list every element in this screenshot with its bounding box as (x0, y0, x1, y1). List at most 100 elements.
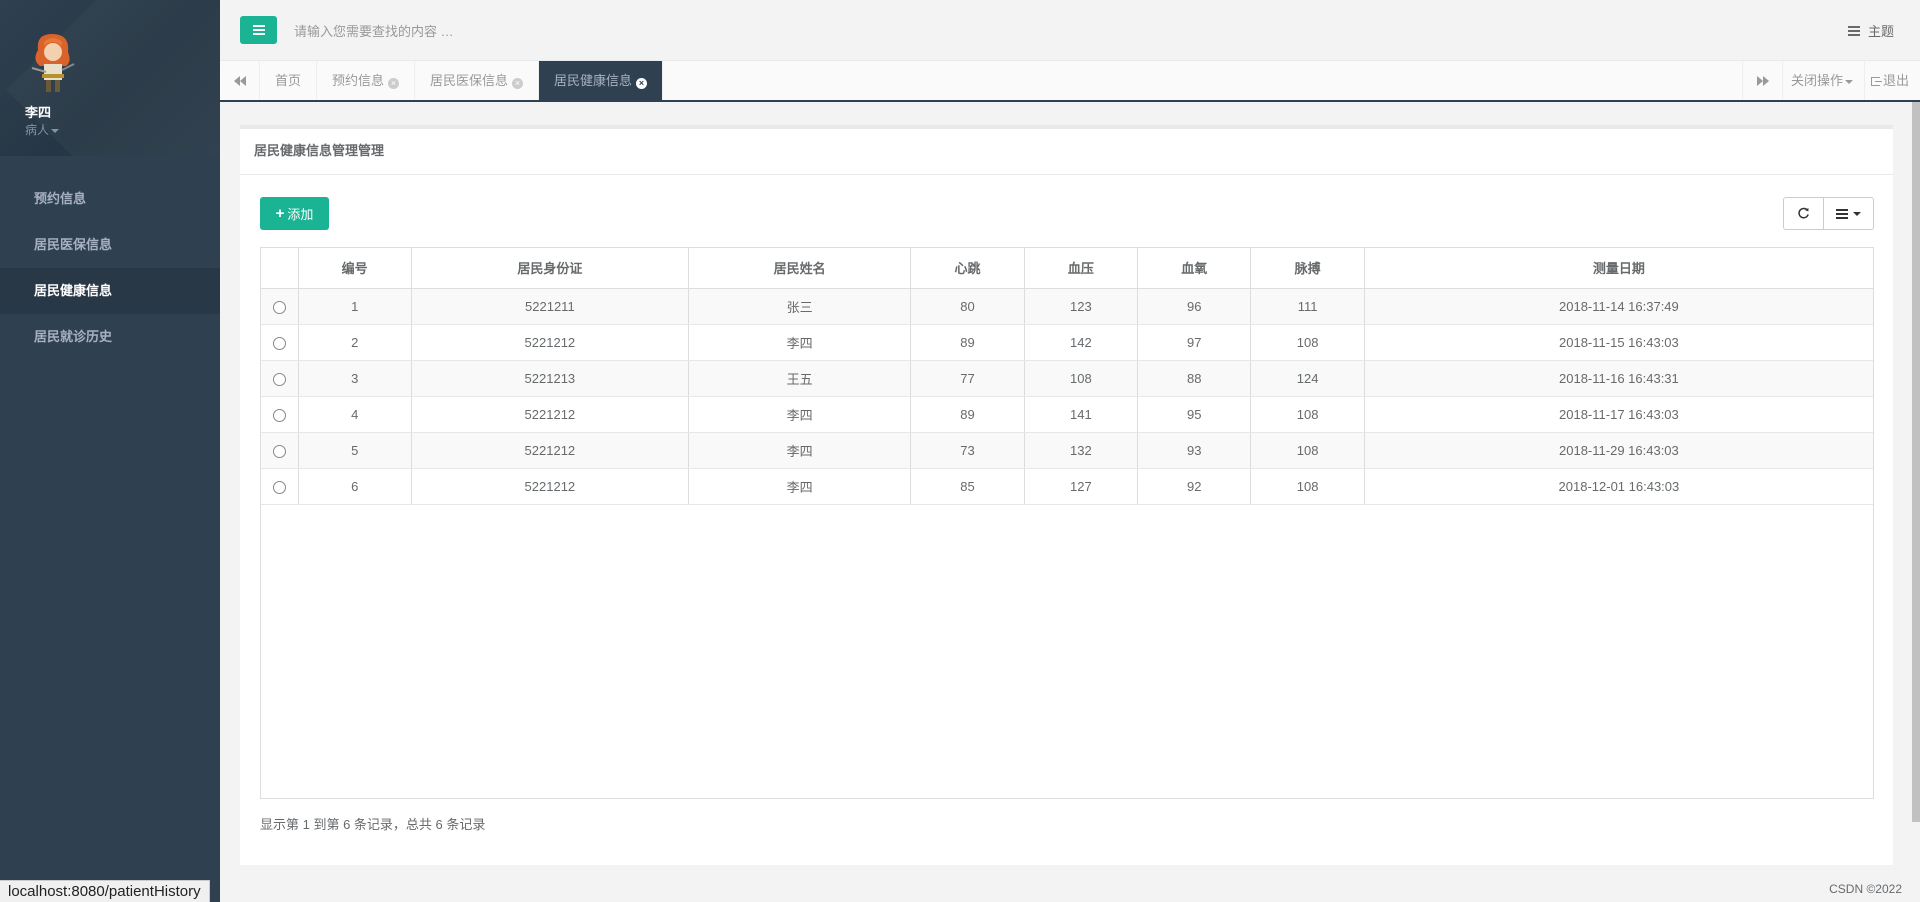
table-row[interactable]: 5 5221212 李四 73 132 93 108 2018-11-29 16… (261, 432, 1873, 469)
user-role-label: 病人 (25, 123, 50, 137)
row-radio[interactable] (272, 300, 286, 314)
table-cell: 4 (298, 396, 412, 433)
table-toolbar (1783, 197, 1874, 230)
table-cell: 108 (1250, 432, 1365, 469)
tab-scroll-left-button[interactable] (220, 61, 260, 100)
row-radio[interactable] (272, 372, 286, 386)
close-operations-dropdown[interactable]: 关闭操作 (1782, 61, 1863, 100)
theme-button[interactable]: 主题 (1847, 21, 1894, 40)
table-row[interactable]: 1 5221211 张三 80 123 96 111 2018-11-14 16… (261, 288, 1873, 325)
table-cell: 5221213 (411, 360, 689, 397)
row-select-cell (261, 432, 299, 469)
logout-label: 退出 (1883, 73, 1910, 88)
table-cell: 89 (910, 396, 1025, 433)
column-header[interactable]: 编号 (298, 248, 412, 289)
tab-scroll-right-button[interactable] (1742, 61, 1782, 100)
table-cell: 108 (1250, 468, 1365, 505)
table-cell: 5 (298, 432, 412, 469)
table-cell: 108 (1250, 396, 1365, 433)
tab-label: 居民医保信息 (430, 73, 509, 88)
top-bar: 主题 (220, 0, 1920, 61)
table-row[interactable]: 3 5221213 王五 77 108 88 124 2018-11-16 16… (261, 360, 1873, 397)
table-cell: 2018-12-01 16:43:03 (1364, 468, 1873, 505)
sidebar-item-visit-history[interactable]: 居民就诊历史 (0, 314, 220, 360)
refresh-button[interactable] (1784, 198, 1823, 229)
table-cell: 2018-11-15 16:43:03 (1364, 324, 1873, 361)
select-column-header (261, 248, 299, 289)
table-cell: 李四 (688, 324, 912, 361)
sidebar-item-appointment[interactable]: 预约信息 (0, 176, 220, 222)
menu-icon (252, 25, 265, 35)
menu-toggle-button[interactable] (240, 16, 277, 44)
table-cell: 2018-11-17 16:43:03 (1364, 396, 1873, 433)
close-icon[interactable]: × (636, 78, 648, 89)
caret-down-icon (51, 128, 60, 133)
column-header[interactable]: 测量日期 (1364, 248, 1873, 289)
table-cell: 97 (1137, 324, 1252, 361)
table-cell: 2 (298, 324, 412, 361)
row-select-cell (261, 468, 299, 505)
tab-medical-insurance[interactable]: 居民医保信息 × (415, 61, 540, 100)
table-cell: 88 (1137, 360, 1252, 397)
table-cell: 95 (1137, 396, 1252, 433)
row-select-cell (261, 360, 299, 397)
column-header[interactable]: 血压 (1024, 248, 1139, 289)
table-cell: 96 (1137, 288, 1252, 325)
page-scrollbar[interactable] (1912, 102, 1920, 822)
row-radio[interactable] (272, 480, 286, 494)
column-header[interactable]: 脉搏 (1250, 248, 1365, 289)
tab-home[interactable]: 首页 (260, 61, 318, 100)
table-cell: 108 (1250, 324, 1365, 361)
status-bar-url: localhost:8080/patientHistory (0, 880, 210, 902)
refresh-icon (1798, 207, 1809, 219)
table-cell: 2018-11-29 16:43:03 (1364, 432, 1873, 469)
theme-label: 主题 (1867, 24, 1894, 39)
tab-bar: 首页 预约信息 × 居民医保信息 × 居民健康信息 × 关闭操作 退出 (220, 61, 1920, 102)
avatar[interactable] (26, 30, 78, 96)
table-header-row: 编号 居民身份证 居民姓名 心跳 血压 血氧 脉搏 测量日期 (261, 248, 1873, 289)
table-cell: 6 (298, 468, 412, 505)
close-operations-label: 关闭操作 (1791, 73, 1844, 88)
sidebar-item-health-info[interactable]: 居民健康信息 (0, 268, 220, 314)
table-cell: 123 (1024, 288, 1139, 325)
sidebar-item-medical-insurance[interactable]: 居民医保信息 (0, 222, 220, 268)
table-cell: 73 (910, 432, 1025, 469)
theme-icon (1847, 25, 1860, 36)
table-cell: 张三 (688, 288, 912, 325)
table-row[interactable]: 4 5221212 李四 89 141 95 108 2018-11-17 16… (261, 396, 1873, 433)
table-cell: 王五 (688, 360, 912, 397)
column-header[interactable]: 血氧 (1137, 248, 1252, 289)
columns-toggle-button[interactable] (1823, 198, 1873, 229)
user-role-dropdown[interactable]: 病人 (25, 121, 60, 138)
logout-button[interactable]: 退出 (1864, 61, 1915, 100)
row-radio[interactable] (272, 336, 286, 350)
search-input[interactable] (294, 18, 894, 44)
table-cell: 92 (1137, 468, 1252, 505)
column-header[interactable]: 居民姓名 (688, 248, 912, 289)
sidebar-nav: 预约信息 居民医保信息 居民健康信息 居民就诊历史 (0, 176, 220, 360)
close-icon[interactable]: × (388, 78, 400, 89)
table-cell: 124 (1250, 360, 1365, 397)
table-row[interactable]: 6 5221212 李四 85 127 92 108 2018-12-01 16… (261, 468, 1873, 505)
table-row[interactable]: 2 5221212 李四 89 142 97 108 2018-11-15 16… (261, 324, 1873, 361)
column-header[interactable]: 心跳 (910, 248, 1025, 289)
close-icon[interactable]: × (512, 78, 524, 89)
tab-health-info[interactable]: 居民健康信息 × (539, 61, 664, 100)
tab-label: 首页 (275, 73, 302, 88)
forward-icon (1756, 75, 1769, 86)
table-cell: 5221212 (411, 432, 689, 469)
tab-appointment[interactable]: 预约信息 × (317, 61, 416, 100)
row-radio[interactable] (272, 444, 286, 458)
user-profile: 李四 病人 (0, 0, 220, 156)
row-radio[interactable] (272, 408, 286, 422)
table-cell: 5221212 (411, 324, 689, 361)
table-cell: 1 (298, 288, 412, 325)
table-cell: 李四 (688, 396, 912, 433)
caret-down-icon (1845, 79, 1854, 84)
table-cell: 93 (1137, 432, 1252, 469)
table-cell: 85 (910, 468, 1025, 505)
column-header[interactable]: 居民身份证 (411, 248, 689, 289)
logout-icon (1871, 77, 1882, 86)
add-button[interactable]: + 添加 (260, 197, 329, 230)
plus-icon: + (275, 205, 285, 222)
